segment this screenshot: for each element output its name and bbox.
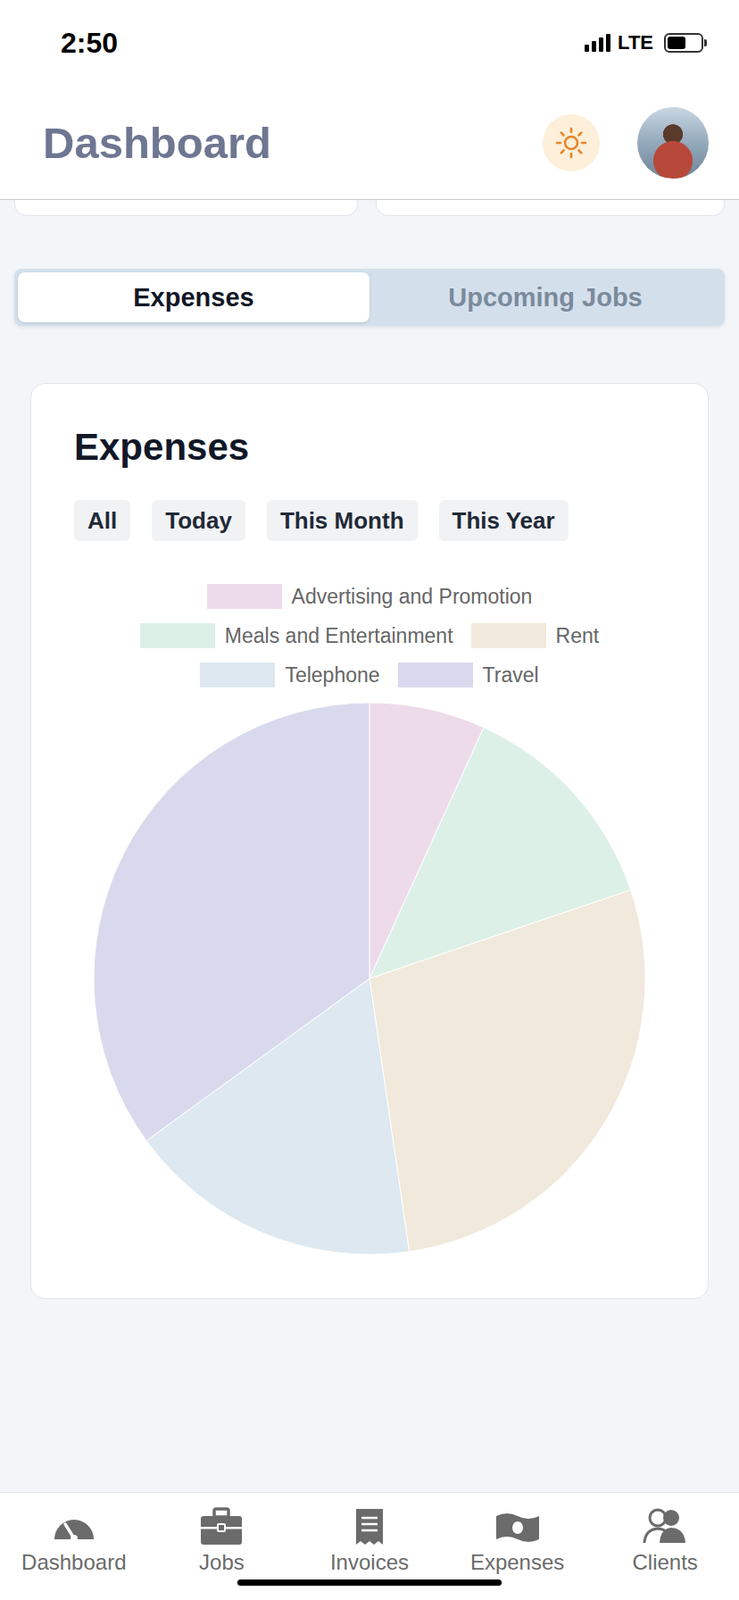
filter-chip[interactable]: This Month: [266, 499, 418, 541]
legend-label: Telephone: [284, 663, 380, 688]
nav-label: Expenses: [470, 1549, 565, 1575]
nav-label: Dashboard: [21, 1549, 126, 1575]
legend-swatch: [471, 622, 547, 648]
screen: 2:50LTEDashboardExpensesUpcoming JobsExp…: [0, 0, 739, 1600]
status-indicators: LTE: [584, 31, 707, 55]
legend-item[interactable]: Rent: [471, 622, 600, 648]
sun-icon: [554, 125, 589, 160]
filter-chip[interactable]: All: [74, 499, 131, 541]
legend-swatch: [398, 662, 474, 688]
summary-card: [14, 199, 358, 216]
pie-chart: [74, 701, 665, 1255]
gauge-icon: [51, 1506, 97, 1546]
pie-svg: [92, 701, 647, 1255]
nav-label: Jobs: [199, 1549, 245, 1575]
page-title: Dashboard: [42, 117, 272, 168]
legend-label: Travel: [482, 663, 540, 688]
banknote-icon: [494, 1506, 541, 1546]
card-title: Expenses: [74, 424, 665, 470]
legend-label: Meals and Entertainment: [224, 623, 454, 648]
signal-bar: [584, 44, 590, 52]
header-actions: [542, 107, 709, 179]
status-bar: 2:50 LTE: [0, 0, 739, 86]
pie-slice[interactable]: [93, 702, 370, 1141]
users-icon: [641, 1506, 689, 1546]
receipt-icon: [351, 1506, 388, 1546]
legend-swatch: [199, 662, 275, 688]
nav-label: Clients: [631, 1549, 698, 1575]
main-content: ExpensesUpcoming JobsExpensesAllTodayThi…: [0, 199, 739, 1492]
nav-item[interactable]: Expenses: [443, 1506, 592, 1600]
battery-icon: [664, 33, 707, 53]
bottom-nav: Dashboard Jobs Invoices Expenses Clients: [0, 1491, 739, 1600]
legend-item[interactable]: Telephone: [199, 662, 380, 688]
filter-chips: All Today This Month This Year: [74, 499, 665, 541]
legend-swatch: [140, 622, 216, 648]
legend-label: Advertising and Promotion: [291, 584, 533, 609]
filter-chip[interactable]: This Year: [439, 499, 569, 541]
nav-item[interactable]: Clients: [590, 1506, 739, 1600]
legend-item[interactable]: Advertising and Promotion: [207, 583, 533, 609]
legend-item[interactable]: Meals and Entertainment: [140, 622, 454, 648]
chart-legend: Advertising and Promotion Meals and Enter…: [74, 583, 665, 688]
summary-card: [375, 199, 725, 216]
segment-tabs: ExpensesUpcoming Jobs: [14, 268, 725, 326]
signal-bar: [591, 41, 597, 52]
nav-label: Invoices: [330, 1549, 409, 1575]
legend-label: Rent: [556, 623, 600, 648]
network-label: LTE: [617, 31, 654, 55]
segment-tab[interactable]: Expenses: [17, 272, 370, 323]
status-time: 2:50: [60, 26, 118, 60]
legend-swatch: [207, 583, 283, 609]
avatar-photo[interactable]: [637, 107, 709, 179]
nav-item[interactable]: Invoices: [295, 1506, 444, 1600]
battery-cap: [704, 39, 707, 47]
legend-item[interactable]: Travel: [398, 662, 540, 688]
signal-bar: [606, 33, 611, 52]
signal-bar: [598, 37, 604, 52]
nav-item[interactable]: Dashboard: [0, 1506, 149, 1600]
nav-item[interactable]: Jobs: [148, 1506, 297, 1600]
battery-body: [664, 33, 704, 53]
segment-tab[interactable]: Upcoming Jobs: [369, 272, 722, 323]
filter-chip[interactable]: Today: [151, 499, 246, 541]
theme-toggle-button[interactable]: [542, 114, 600, 172]
battery-fill: [667, 36, 686, 50]
home-indicator: [237, 1578, 502, 1586]
signal-icon: [584, 33, 611, 52]
expenses-card: Expenses All Today This Month This Year Adver…: [30, 382, 709, 1299]
summary-cards: [14, 199, 725, 216]
briefcase-icon: [199, 1506, 244, 1546]
header: Dashboard: [0, 85, 739, 200]
pie-slice[interactable]: [369, 889, 646, 1252]
